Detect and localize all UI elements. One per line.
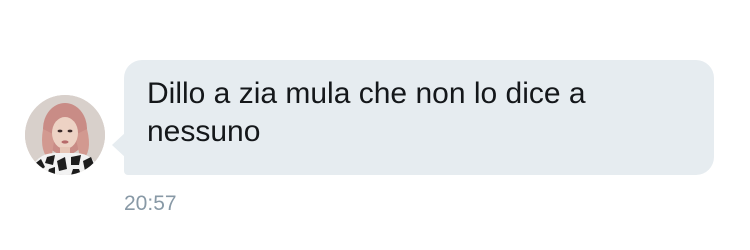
profile-photo-icon xyxy=(25,95,105,175)
avatar[interactable] xyxy=(25,95,105,175)
message-text: Dillo a zia mula che non lo dice a nessu… xyxy=(147,77,586,148)
message-timestamp: 20:57 xyxy=(124,192,177,215)
message-bubble[interactable]: Dillo a zia mula che non lo dice a nessu… xyxy=(124,60,714,175)
